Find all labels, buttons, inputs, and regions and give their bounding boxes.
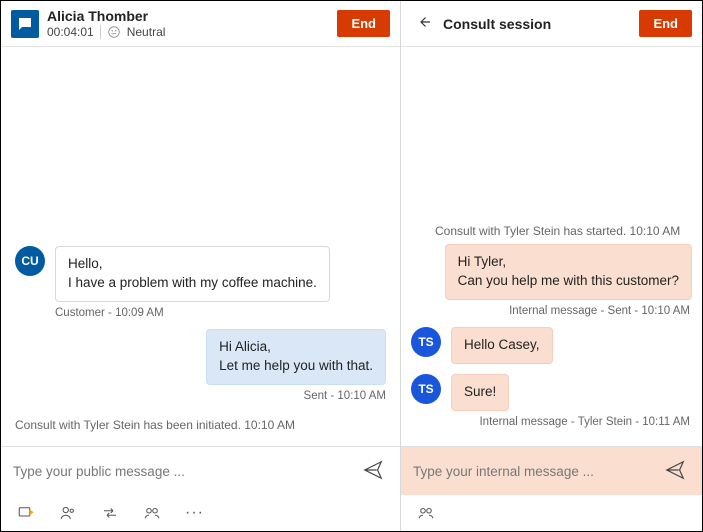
transfer-icon[interactable] [99, 502, 121, 524]
internal-in-bubble-1: Hello Casey, [451, 327, 553, 364]
customer-message-bubble: Hello, I have a problem with my coffee m… [55, 246, 330, 302]
divider [100, 25, 101, 39]
internal-in-row-1: TS Hello Casey, [411, 327, 692, 364]
back-button[interactable] [411, 9, 437, 38]
consult-title: Consult session [443, 16, 639, 32]
customer-chat-body: CU Hello, I have a problem with my coffe… [1, 47, 400, 446]
internal-in-row-2: TS Sure! [411, 374, 692, 411]
internal-out-bubble: Hi Tyler, Can you help me with this cust… [445, 244, 692, 300]
customer-name: Alicia Thomber [47, 8, 337, 25]
internal-in-meta: Internal message - Tyler Stein - 10:11 A… [411, 416, 692, 428]
quick-reply-icon[interactable] [15, 502, 37, 524]
internal-consult-icon[interactable] [415, 502, 437, 524]
end-consult-button[interactable]: End [639, 10, 692, 37]
consultant-avatar: TS [411, 374, 441, 404]
customer-chat-header: Alicia Thomber 00:04:01 Neutral End [1, 1, 400, 47]
internal-composer-toolbar [401, 495, 702, 531]
consult-chat-body: Consult with Tyler Stein has started. 10… [401, 47, 702, 446]
customer-message-meta: Customer - 10:09 AM [55, 307, 386, 319]
sentiment-label: Neutral [127, 25, 166, 39]
internal-out-row: Hi Tyler, Can you help me with this cust… [411, 244, 692, 300]
send-internal-button[interactable] [660, 455, 690, 488]
consultant-avatar: TS [411, 327, 441, 357]
send-public-button[interactable] [358, 455, 388, 488]
end-customer-session-button[interactable]: End [337, 10, 390, 37]
chat-icon [11, 10, 39, 38]
consult-panel: Consult session End Consult with Tyler S… [401, 1, 702, 531]
composer-toolbar: ··· [1, 495, 400, 531]
customer-info: Alicia Thomber 00:04:01 Neutral [47, 8, 337, 39]
internal-message-input[interactable] [413, 464, 660, 479]
customer-avatar: CU [15, 246, 45, 276]
customer-chat-panel: Alicia Thomber 00:04:01 Neutral End CU H… [1, 1, 401, 531]
public-composer: ··· [1, 446, 400, 531]
agent-message-row: Hi Alicia, Let me help you with that. [15, 329, 386, 385]
consult-initiated-text: Consult with Tyler Stein has been initia… [15, 418, 386, 432]
more-actions-button[interactable]: ··· [183, 503, 206, 523]
consult-started-text: Consult with Tyler Stein has started. 10… [435, 224, 692, 238]
consult-icon[interactable] [141, 502, 163, 524]
internal-in-bubble-2: Sure! [451, 374, 509, 411]
knowledge-icon[interactable] [57, 502, 79, 524]
customer-message-row: CU Hello, I have a problem with my coffe… [15, 246, 386, 302]
agent-message-bubble: Hi Alicia, Let me help you with that. [206, 329, 386, 385]
ellipsis-icon: ··· [185, 505, 204, 521]
internal-composer [401, 446, 702, 531]
internal-out-meta: Internal message - Sent - 10:10 AM [411, 305, 692, 317]
sentiment-neutral-icon [107, 25, 121, 39]
public-message-input[interactable] [13, 464, 358, 479]
session-timer: 00:04:01 [47, 25, 94, 39]
consult-header: Consult session End [401, 1, 702, 47]
agent-message-meta: Sent - 10:10 AM [15, 390, 386, 402]
